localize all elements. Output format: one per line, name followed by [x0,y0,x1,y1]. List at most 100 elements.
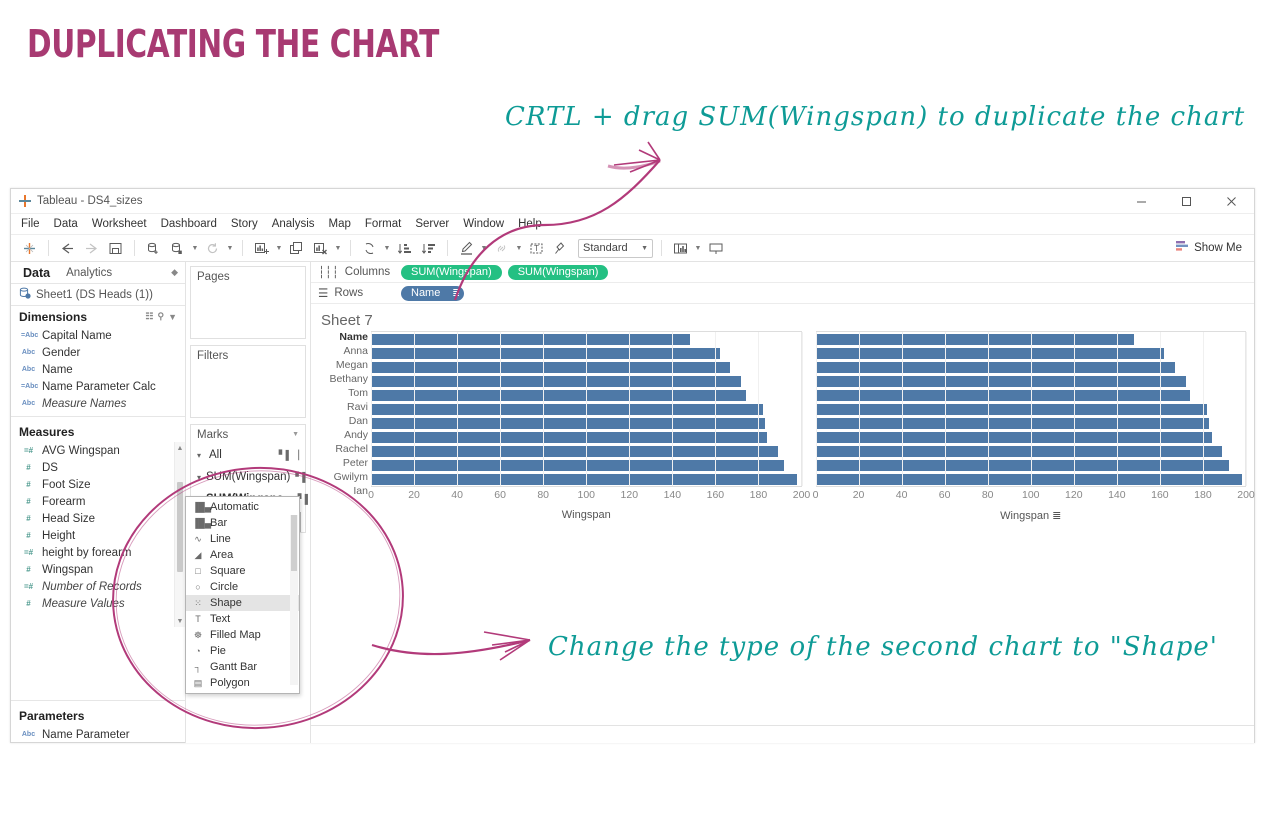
sort-icon[interactable]: ≣ [1052,510,1061,522]
presentation-mode-icon[interactable] [705,238,726,259]
bar[interactable] [815,389,1191,401]
redo-arrow-icon[interactable] [81,238,102,259]
measure-foot-size[interactable]: # Foot Size [11,476,185,493]
measure-height-by-forearm[interactable]: =# height by forearm [11,544,185,561]
show-hide-cards-icon[interactable] [670,238,691,259]
bar[interactable] [371,473,798,485]
menu-item-worksheet[interactable]: Worksheet [92,218,147,230]
chevron-down-icon[interactable]: ▼ [694,245,702,252]
dimension-name[interactable]: Abc Name [11,361,185,378]
dimension-measure-names[interactable]: Abc Measure Names [11,395,185,412]
search-icon[interactable]: ⚲ [157,311,164,322]
menu-item-help[interactable]: Help [518,218,542,230]
datasource-item[interactable]: Sheet1 (DS Heads (1)) [11,284,185,306]
filters-shelf[interactable] [191,365,305,417]
bar[interactable] [815,445,1223,457]
mark-type-option-line[interactable]: ∿ Line [186,531,299,547]
menu-item-story[interactable]: Story [231,218,258,230]
refresh-icon[interactable] [202,238,223,259]
menu-item-server[interactable]: Server [415,218,449,230]
viz-canvas[interactable]: Name Anna Megan Bethany Tom Ravi Dan Andy Rache… [311,331,1255,725]
new-data-source-icon[interactable] [143,238,164,259]
mark-type-option-shape[interactable]: ⁙ Shape [186,595,299,611]
connect-data-icon[interactable] [167,238,188,259]
bar[interactable] [371,375,742,387]
bar[interactable] [815,459,1229,471]
menu-item-map[interactable]: Map [329,218,351,230]
pill-sum-wingspan-2[interactable]: SUM(Wingspan) [507,264,609,280]
bar[interactable] [815,473,1242,485]
mark-type-option-automatic[interactable]: ▐█▄ Automatic [186,499,299,515]
measure-forearm[interactable]: # Forearm [11,493,185,510]
close-button[interactable] [1209,189,1254,214]
menu-item-analysis[interactable]: Analysis [272,218,315,230]
measure-number-of-records[interactable]: =# Number of Records [11,578,185,595]
pill-name[interactable]: Name ≣ [401,285,464,301]
mark-type-option-polygon[interactable]: ▤ Polygon [186,675,299,691]
chevron-down-icon[interactable]: ▼ [383,245,391,252]
swap-rows-columns-icon[interactable] [359,238,380,259]
highlighter-icon[interactable] [456,238,477,259]
mark-type-option-square[interactable]: □ Square [186,563,299,579]
tab-analytics[interactable]: Analytics [58,267,120,279]
scrollbar-thumb[interactable] [177,482,183,572]
mark-type-option-area[interactable]: ◢ Area [186,547,299,563]
bar[interactable] [371,417,765,429]
mark-type-option-gantt-bar[interactable]: ┐ Gantt Bar [186,659,299,675]
pages-shelf[interactable] [191,286,305,338]
group-by-icon[interactable]: ☷ [145,311,153,322]
scroll-down-icon[interactable]: ▼ [175,615,185,627]
tableau-home-icon[interactable] [19,238,40,259]
maximize-button[interactable] [1164,189,1209,214]
menu-item-format[interactable]: Format [365,218,401,230]
bar[interactable] [371,389,746,401]
chart-panel-2[interactable]: 0 20 40 60 80 100 120 140 160 180 200 Wingspan ≣ [813,331,1255,522]
duplicate-sheet-icon[interactable] [286,238,307,259]
measure-ds[interactable]: # DS [11,459,185,476]
bar[interactable] [815,361,1175,373]
bar[interactable] [815,431,1212,443]
new-worksheet-icon[interactable] [251,238,272,259]
menu-item-data[interactable]: Data [54,218,78,230]
dimension-capital-name[interactable]: =Abc Capital Name [11,327,185,344]
menu-item-file[interactable]: File [21,218,40,230]
bar[interactable] [815,333,1135,345]
marks-row-all[interactable]: ▾ All ▘▌▕ [191,444,305,466]
bar[interactable] [371,347,720,359]
mark-type-option-bar[interactable]: ▐█▄ Bar [186,515,299,531]
clear-sheet-icon[interactable] [310,238,331,259]
dimension-name-parameter-calc[interactable]: =Abc Name Parameter Calc [11,378,185,395]
chart-panel-1[interactable]: 0 20 40 60 80 100 120 140 160 180 200 Wingspan [368,331,810,521]
columns-shelf[interactable]: ┆┆┆ Columns SUM(Wingspan) SUM(Wingspan) [311,262,1254,283]
measure-head-size[interactable]: # Head Size [11,510,185,527]
mark-type-option-text[interactable]: T Text [186,611,299,627]
minimize-button[interactable] [1119,189,1164,214]
chevron-down-icon[interactable]: ▼ [480,245,488,252]
measures-scrollbar[interactable]: ▲ ▼ [174,442,185,627]
bar[interactable] [371,445,778,457]
pill-sum-wingspan-1[interactable]: SUM(Wingspan) [401,264,502,280]
show-mark-labels-icon[interactable]: T [526,238,547,259]
bar[interactable] [371,403,763,415]
bar[interactable] [371,459,785,471]
chevron-down-icon[interactable]: ▼ [168,312,177,322]
bar[interactable] [371,431,768,443]
scrollbar-thumb[interactable] [291,515,297,571]
marks-row-sum-wingspan-1[interactable]: ▾ SUM(Wingspan) ▘▌▕ [191,466,316,488]
mark-type-option-circle[interactable]: ○ Circle [186,579,299,595]
bar[interactable] [815,375,1186,387]
rows-shelf[interactable]: ☰ Rows Name ≣ [311,283,1254,304]
measure-avg-wingspan[interactable]: =# AVG Wingspan [11,442,185,459]
mark-type-option-pie[interactable]: ◔ Pie [186,643,299,659]
link-icon[interactable] [491,238,512,259]
tab-data[interactable]: Data [15,266,58,280]
fix-axes-icon[interactable] [550,238,571,259]
chevron-down-icon[interactable]: ▼ [334,245,342,252]
sort-ascending-icon[interactable] [394,238,415,259]
bar[interactable] [815,403,1208,415]
menu-item-dashboard[interactable]: Dashboard [161,218,217,230]
dimension-gender[interactable]: Abc Gender [11,344,185,361]
save-icon[interactable] [105,238,126,259]
bar[interactable] [815,417,1210,429]
scroll-up-icon[interactable]: ▲ [175,442,185,454]
